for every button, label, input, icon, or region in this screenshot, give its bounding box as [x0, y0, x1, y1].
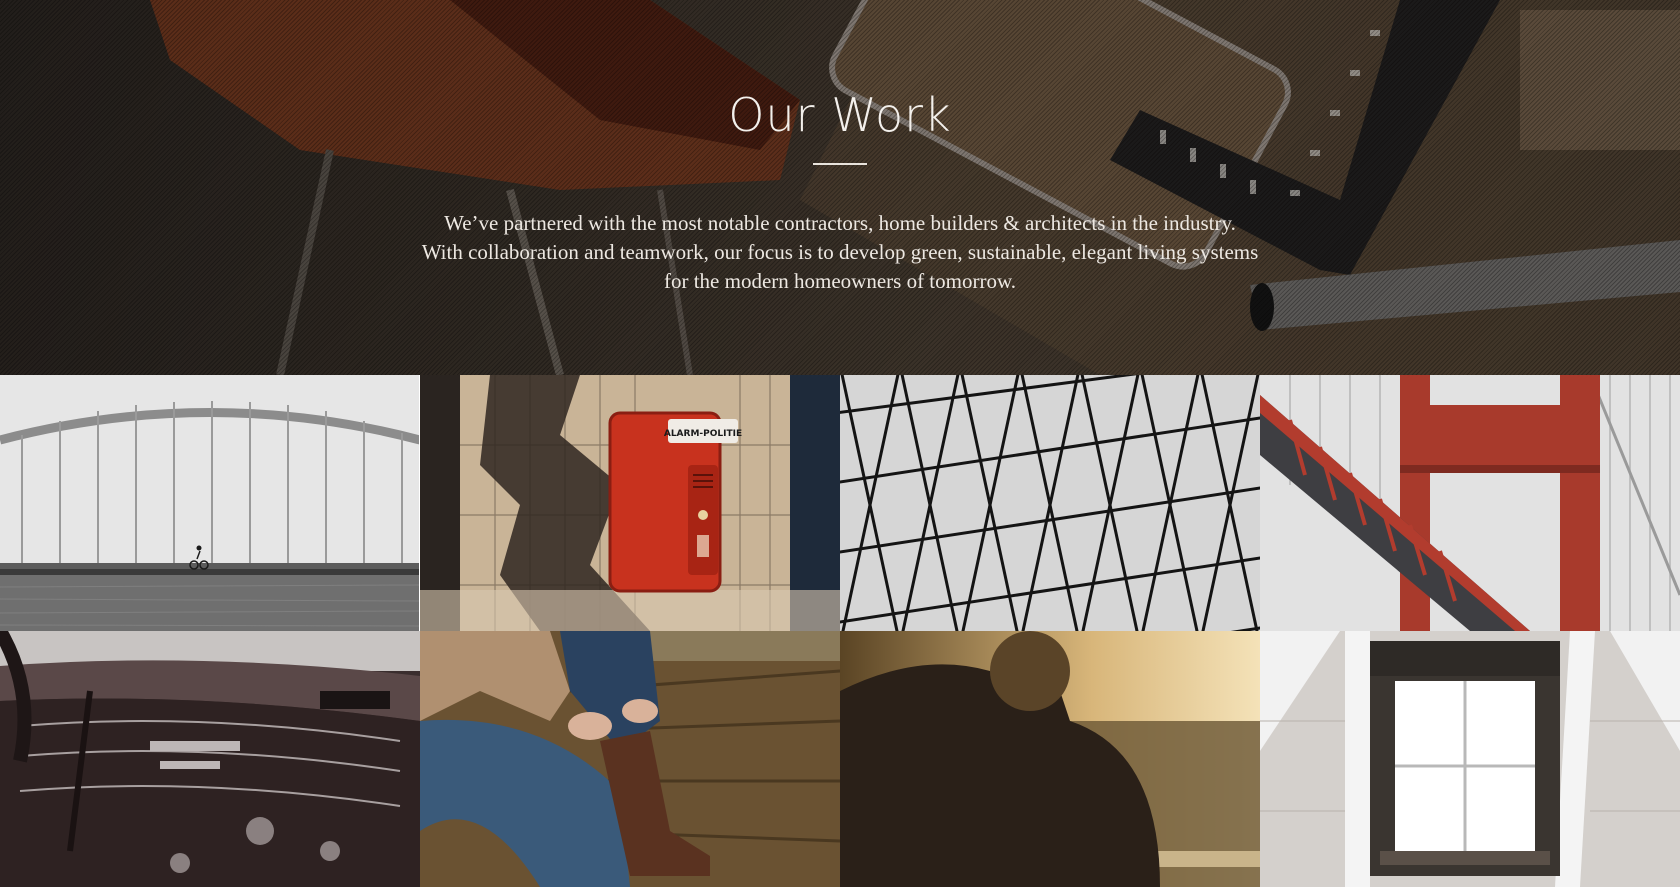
- red-bridge-image: [1260, 375, 1680, 631]
- description-line-1: We’ve partnered with the most notable co…: [444, 211, 1236, 235]
- section-description: We’ve partnered with the most notable co…: [390, 209, 1290, 296]
- our-work-hero: Our Work We’ve partnered with the most n…: [0, 0, 1680, 375]
- gallery-image-sunset-man[interactable]: [840, 631, 1260, 887]
- section-title: Our Work: [728, 88, 952, 142]
- sunset-man-image: [840, 631, 1260, 887]
- work-gallery: ALARM-POLITIE: [0, 375, 1680, 887]
- car-dashboard-image: [0, 631, 420, 887]
- title-divider: [813, 163, 867, 165]
- gallery-image-glass-roof[interactable]: [840, 375, 1260, 631]
- gallery-image-attic-window[interactable]: [1260, 631, 1680, 887]
- gallery-image-bridge-cyclist[interactable]: [0, 375, 420, 631]
- bridge-cyclist-image: [0, 375, 420, 631]
- gallery-image-car-dashboard[interactable]: [0, 631, 420, 887]
- alarm-box-image: ALARM-POLITIE: [420, 375, 840, 631]
- gallery-image-alarm-box[interactable]: ALARM-POLITIE: [420, 375, 840, 631]
- person-boot-image: [420, 631, 840, 887]
- hero-overlay: [0, 0, 1680, 375]
- alarm-box-label: ALARM-POLITIE: [664, 429, 742, 439]
- gallery-image-person-boot[interactable]: [420, 631, 840, 887]
- grid-divider-vertical: [419, 375, 420, 631]
- glass-roof-image: [840, 375, 1260, 631]
- attic-window-image: [1260, 631, 1680, 887]
- description-line-2: With collaboration and teamwork, our foc…: [421, 240, 1259, 264]
- description-line-3: for the modern homeowners of tomorrow.: [663, 269, 1017, 293]
- gallery-image-red-bridge[interactable]: [1260, 375, 1680, 631]
